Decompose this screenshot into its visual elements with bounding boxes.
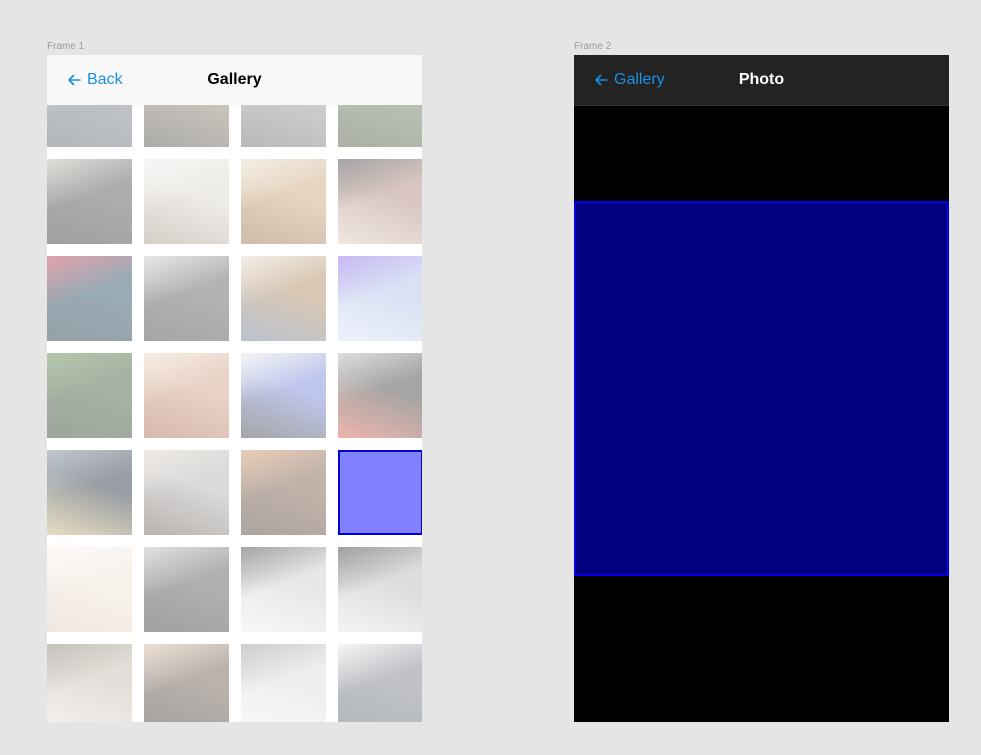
gallery-thumbnail[interactable] bbox=[338, 450, 422, 535]
gallery-thumbnail[interactable] bbox=[338, 644, 422, 722]
gallery-thumbnail[interactable] bbox=[144, 547, 229, 632]
gallery-thumbnail[interactable] bbox=[47, 105, 132, 147]
gallery-thumbnail[interactable] bbox=[47, 547, 132, 632]
gallery-thumbnail[interactable] bbox=[47, 644, 132, 722]
photo-screen: Gallery Photo bbox=[574, 55, 949, 722]
frame-2-label: Frame 2 bbox=[574, 41, 612, 52]
back-button[interactable]: Back bbox=[67, 55, 123, 105]
gallery-thumbnail[interactable] bbox=[241, 159, 326, 244]
photo-navbar: Gallery Photo bbox=[574, 55, 949, 106]
frame-1-label: Frame 1 bbox=[47, 41, 85, 52]
gallery-thumbnail[interactable] bbox=[47, 450, 132, 535]
arrow-left-icon bbox=[68, 74, 81, 86]
gallery-thumbnail[interactable] bbox=[241, 644, 326, 722]
back-to-gallery-button[interactable]: Gallery bbox=[594, 55, 665, 105]
gallery-thumbnail[interactable] bbox=[47, 353, 132, 438]
gallery-thumbnail[interactable] bbox=[338, 256, 422, 341]
gallery-thumbnail[interactable] bbox=[144, 159, 229, 244]
full-photo[interactable] bbox=[574, 201, 949, 576]
gallery-thumbnail[interactable] bbox=[338, 353, 422, 438]
gallery-navbar: Back Gallery bbox=[47, 55, 422, 105]
back-to-gallery-label: Gallery bbox=[614, 71, 665, 88]
gallery-thumbnail[interactable] bbox=[338, 547, 422, 632]
gallery-thumbnail[interactable] bbox=[47, 159, 132, 244]
gallery-thumbnail[interactable] bbox=[144, 256, 229, 341]
gallery-thumbnail[interactable] bbox=[144, 450, 229, 535]
gallery-thumbnail[interactable] bbox=[144, 353, 229, 438]
arrow-left-icon bbox=[595, 74, 608, 86]
gallery-screen: Back Gallery bbox=[47, 55, 422, 722]
gallery-thumbnail[interactable] bbox=[241, 353, 326, 438]
gallery-thumbnail[interactable] bbox=[241, 256, 326, 341]
gallery-thumbnail[interactable] bbox=[144, 105, 229, 147]
gallery-thumbnail[interactable] bbox=[338, 105, 422, 147]
gallery-thumbnail[interactable] bbox=[241, 547, 326, 632]
photo-grid bbox=[47, 105, 422, 722]
back-button-label: Back bbox=[87, 71, 123, 88]
gallery-thumbnail[interactable] bbox=[338, 159, 422, 244]
gallery-thumbnail[interactable] bbox=[144, 644, 229, 722]
gallery-thumbnail[interactable] bbox=[47, 256, 132, 341]
design-canvas: Frame 1 Frame 2 Back Gallery Gallery Pho… bbox=[0, 0, 981, 755]
gallery-thumbnail[interactable] bbox=[241, 450, 326, 535]
gallery-thumbnail[interactable] bbox=[241, 105, 326, 147]
